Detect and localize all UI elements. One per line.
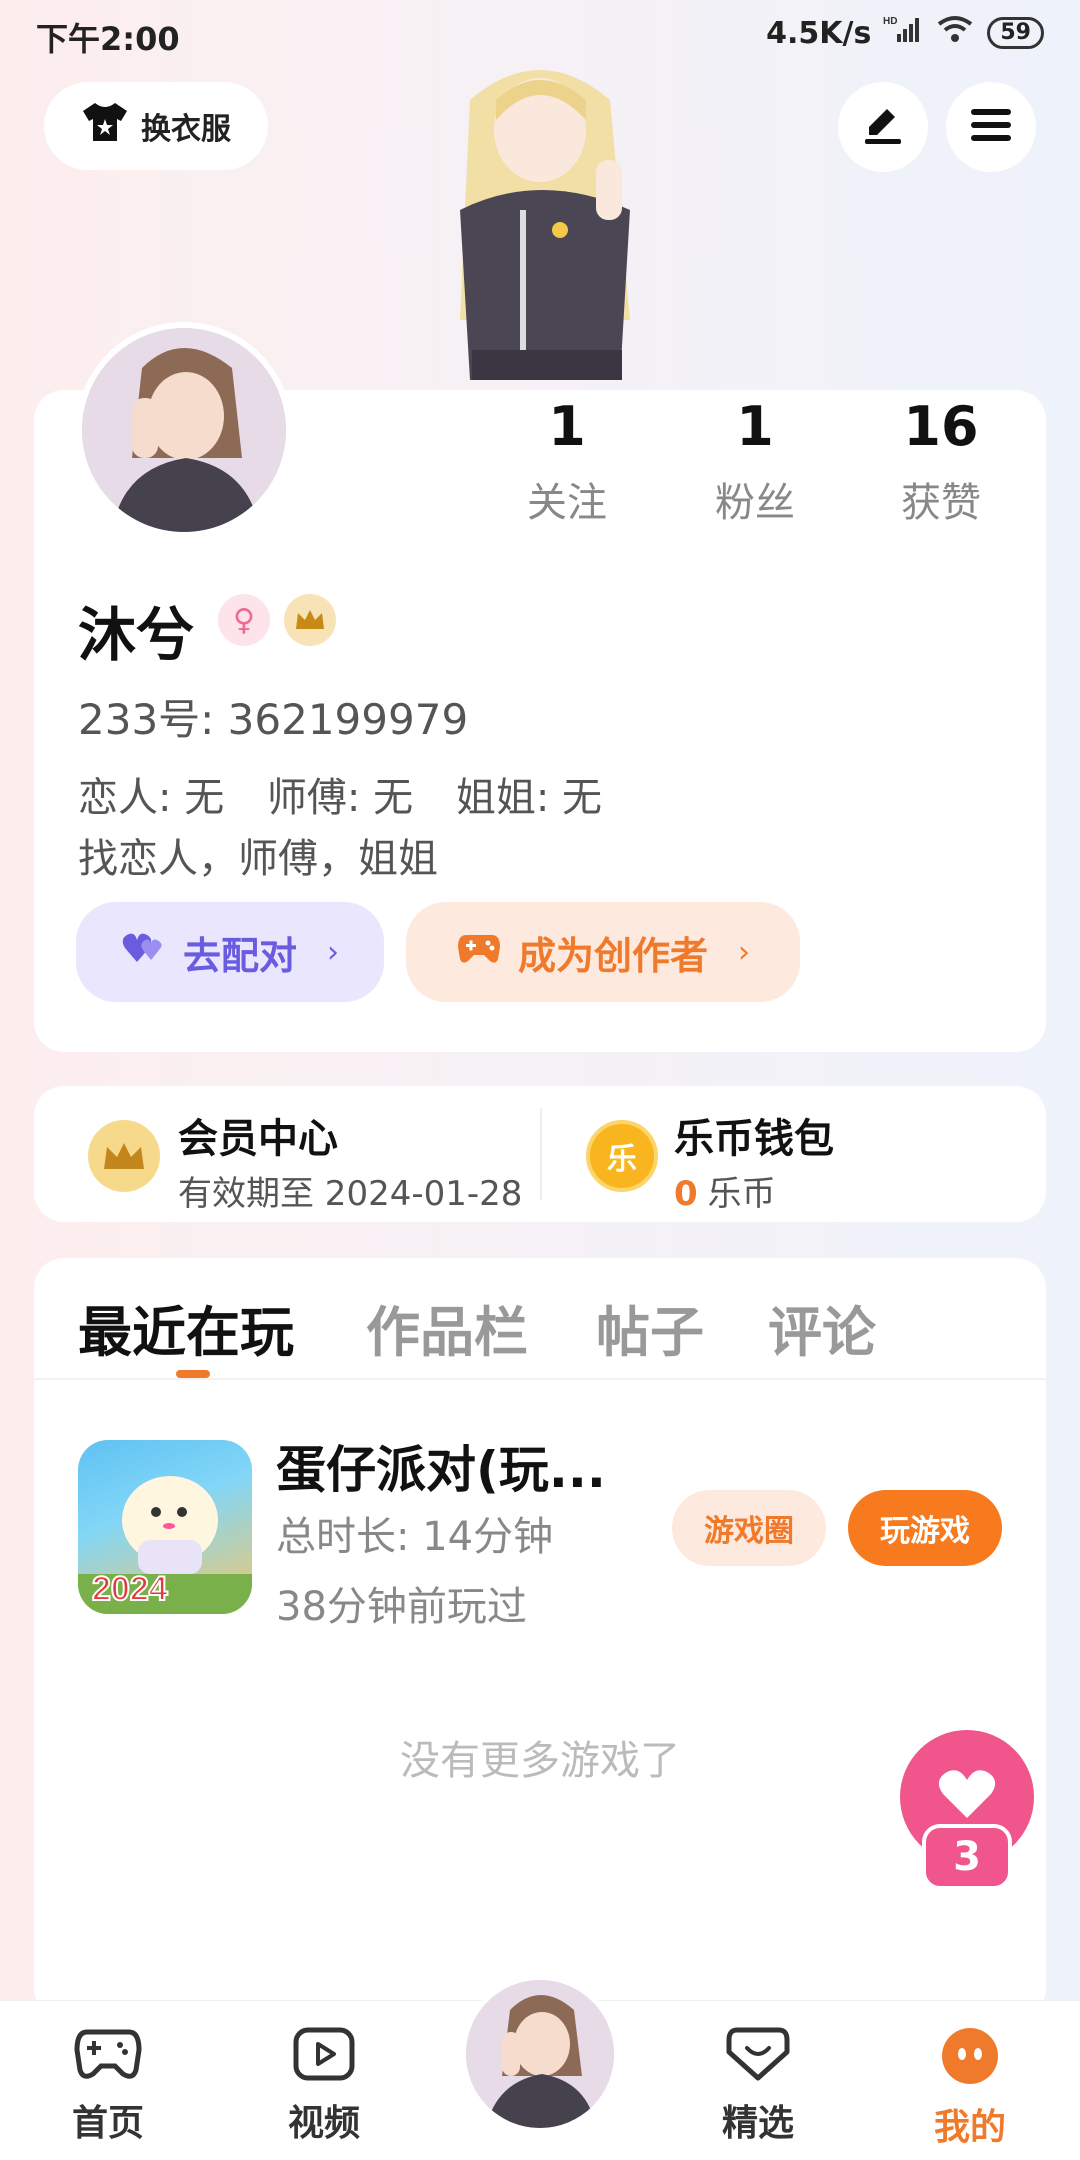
me-icon: [940, 2026, 1000, 2090]
character-figure[interactable]: [400, 60, 690, 390]
floating-count-badge: 3: [922, 1824, 1012, 1890]
female-icon: ♀: [218, 594, 270, 646]
heart-badge-icon: [725, 2026, 791, 2086]
member-center-title[interactable]: 会员中心: [178, 1106, 338, 1164]
status-right: 4.5K/s HD 59: [766, 14, 1044, 52]
nav-featured[interactable]: 精选: [688, 2026, 828, 2146]
nav-home[interactable]: 首页: [38, 2026, 178, 2146]
wallet-title[interactable]: 乐币钱包: [674, 1106, 834, 1164]
crown-icon[interactable]: [284, 594, 336, 646]
shirt-icon: [81, 101, 129, 151]
nav-label: 首页: [71, 2103, 144, 2144]
tab-recent-play[interactable]: 最近在玩: [78, 1288, 294, 1367]
game-duration: 总时长: 14分钟: [276, 1514, 554, 1560]
avatar[interactable]: [76, 322, 292, 538]
stat-label: 粉丝: [715, 480, 795, 526]
menu-button[interactable]: [946, 82, 1036, 172]
username: 沐兮: [78, 601, 195, 669]
relations-line: 恋人: 无 师傅: 无 姐姐: 无: [78, 765, 632, 823]
nav-avatar[interactable]: [462, 1976, 618, 2132]
game-title[interactable]: 蛋仔派对(玩...: [276, 1430, 606, 1502]
divider: [540, 1108, 542, 1200]
stat-value: 1: [736, 395, 774, 458]
relation-sister[interactable]: 姐姐: 无: [456, 775, 602, 821]
nav-me[interactable]: 我的: [900, 2026, 1040, 2150]
wallet-balance: 0 乐币: [674, 1166, 776, 1215]
tab-comments[interactable]: 评论: [768, 1288, 876, 1367]
wallet-unit: 乐币: [707, 1174, 776, 1214]
tab-works[interactable]: 作品栏: [366, 1288, 528, 1367]
divider: [34, 1378, 1046, 1380]
stat-value: 1: [548, 395, 586, 458]
tab-posts[interactable]: 帖子: [596, 1288, 704, 1367]
battery-icon: 59: [987, 17, 1044, 49]
wifi-icon: [935, 14, 975, 52]
hamburger-icon: [969, 105, 1013, 149]
chevron-right-icon: ›: [327, 934, 339, 970]
nav-label: 视频: [287, 2103, 360, 2144]
chevron-right-icon: ›: [738, 934, 750, 970]
creator-label: 成为创作者: [517, 933, 708, 978]
match-button[interactable]: 去配对 ›: [76, 902, 384, 1002]
member-expiry: 有效期至 2024-01-28: [178, 1174, 523, 1214]
nav-label: 我的: [933, 2107, 1006, 2148]
stat-fans[interactable]: 1 粉丝: [680, 395, 830, 528]
game-icon[interactable]: 2024: [78, 1440, 252, 1614]
wallet-amount: 0: [674, 1174, 698, 1214]
coin-icon: 乐: [586, 1120, 658, 1192]
stat-following[interactable]: 1 关注: [492, 395, 642, 528]
svg-text:HD: HD: [883, 16, 897, 27]
vip-crown-icon: [88, 1120, 160, 1192]
relation-lover[interactable]: 恋人: 无: [78, 775, 224, 821]
stat-label: 关注: [527, 480, 607, 526]
stat-value: 16: [903, 395, 979, 458]
match-label: 去配对: [182, 933, 297, 978]
edit-button[interactable]: [838, 82, 928, 172]
outfit-button[interactable]: 换衣服: [44, 82, 268, 170]
creator-button[interactable]: 成为创作者 ›: [406, 902, 800, 1002]
status-bar: 下午2:00 4.5K/s HD 59: [0, 0, 1080, 66]
heart-icon: [937, 1768, 997, 1826]
tab-indicator: [176, 1370, 210, 1378]
stat-label: 获赞: [901, 480, 981, 526]
gamepad-icon: [456, 930, 502, 974]
relation-master[interactable]: 师傅: 无: [267, 775, 413, 821]
outfit-label: 换衣服: [141, 112, 231, 147]
find-relations-link[interactable]: 找恋人，师傅，姐姐: [78, 826, 438, 884]
user-id: 233号: 362199979: [78, 695, 469, 744]
game-circle-button[interactable]: 游戏圈: [672, 1490, 826, 1566]
gamepad-icon: [73, 2026, 143, 2086]
video-icon: [292, 2026, 356, 2086]
nav-video[interactable]: 视频: [254, 2026, 394, 2146]
svg-text:2024: 2024: [92, 1570, 168, 1608]
play-game-button[interactable]: 玩游戏: [848, 1490, 1002, 1566]
stat-likes[interactable]: 16 获赞: [866, 395, 1016, 528]
nav-label: 精选: [721, 2103, 794, 2144]
signal-icon: HD: [883, 14, 923, 52]
game-last-played: 38分钟前玩过: [276, 1584, 527, 1630]
pen-icon: [861, 103, 905, 151]
hearts-icon: [121, 930, 167, 975]
network-speed: 4.5K/s: [766, 15, 872, 51]
status-time: 下午2:00: [36, 20, 180, 58]
